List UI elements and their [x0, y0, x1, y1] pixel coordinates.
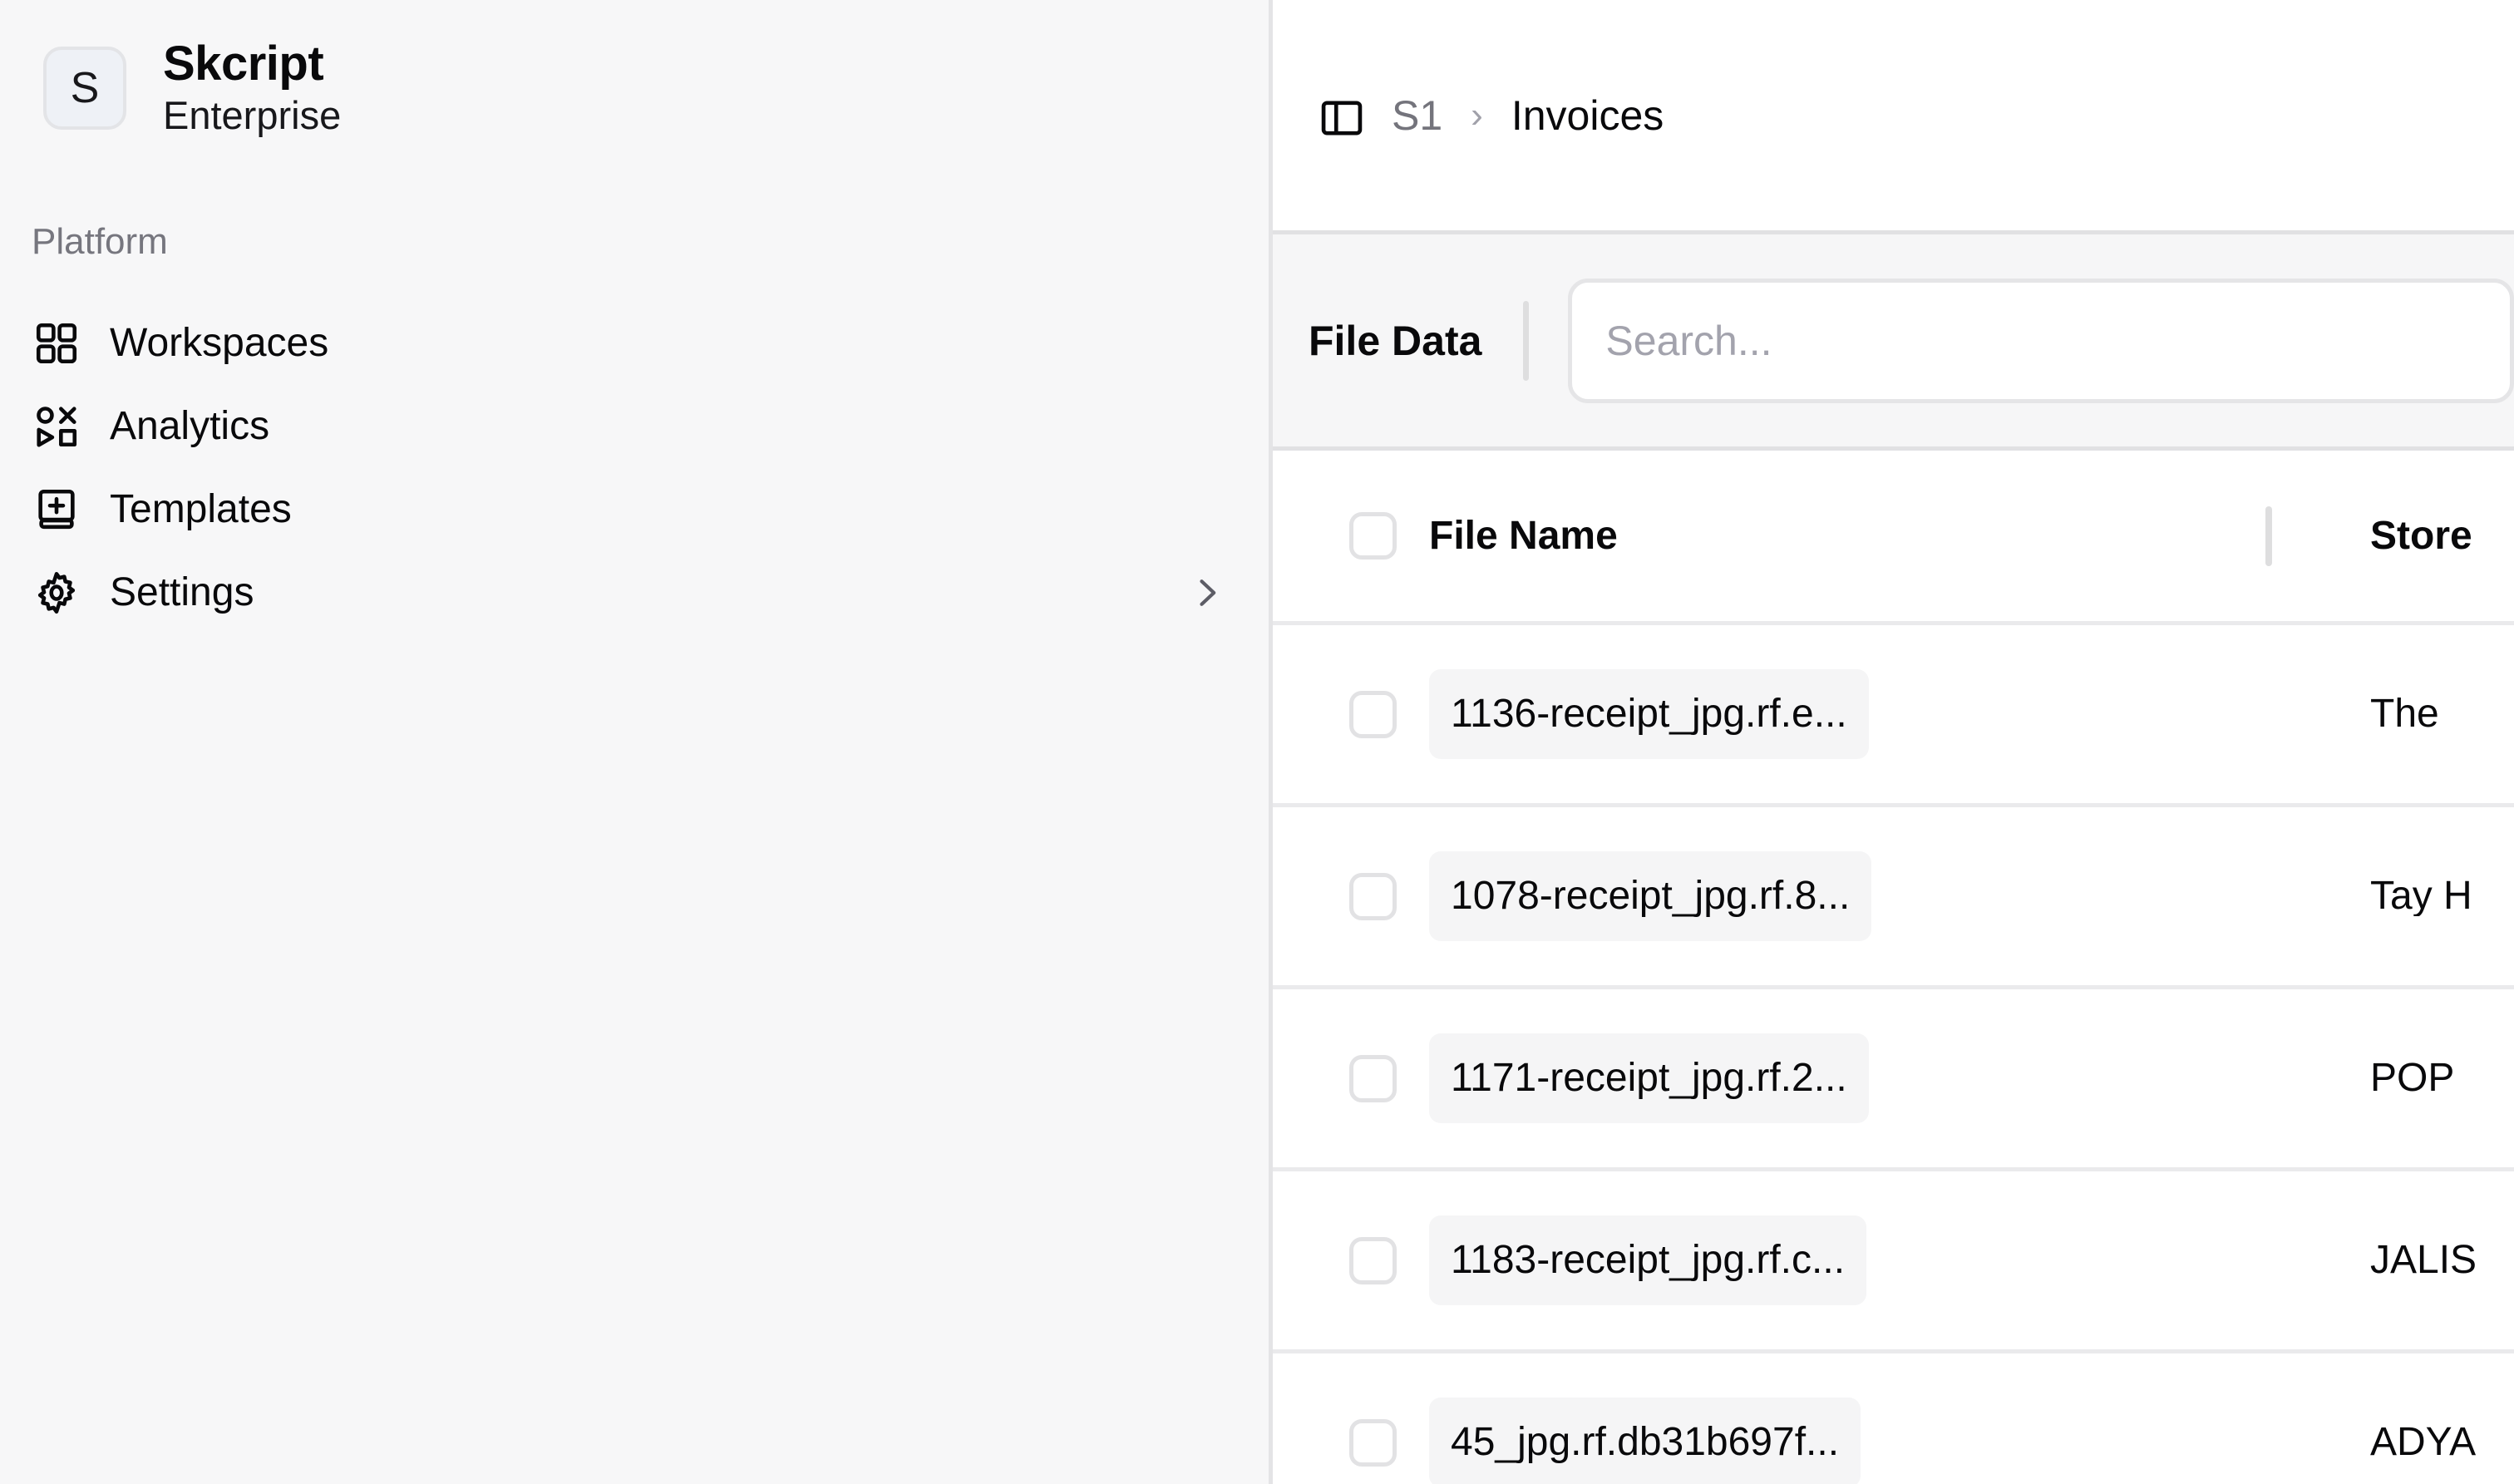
sidebar-item-settings[interactable]: Settings: [0, 551, 1269, 634]
brand-text: Skcript Enterprise: [163, 38, 341, 137]
sidebar-item-label: Templates: [110, 490, 292, 530]
table-row[interactable]: 1183-receipt_jpg.rf.c... JALIS: [1273, 1171, 2514, 1353]
file-name-pill[interactable]: 1136-receipt_jpg.rf.e...: [1429, 669, 1869, 759]
brand-plan: Enterprise: [163, 94, 341, 138]
cell-store: POP: [2327, 1058, 2514, 1098]
store-value: POP: [2370, 1058, 2454, 1098]
cell-store: The: [2327, 694, 2514, 734]
sidebar-item-label: Workspaces: [110, 323, 328, 363]
file-name-pill[interactable]: 1171-receipt_jpg.rf.2...: [1429, 1033, 1869, 1123]
breadcrumb-bar: S1 › Invoices: [1273, 0, 2514, 234]
sidebar-item-label: Analytics: [110, 407, 269, 446]
sidebar-item-templates[interactable]: Templates: [0, 468, 1269, 551]
row-checkbox[interactable]: [1349, 1419, 1397, 1467]
sidebar-item-label: Settings: [110, 573, 254, 613]
cell-file-name[interactable]: 45_jpg.rf.db31b697f...: [1429, 1398, 2327, 1484]
sidebar-item-workspaces[interactable]: Workspaces: [0, 302, 1269, 385]
brand-header[interactable]: S Skcript Enterprise: [0, 0, 1269, 137]
grid-icon: [32, 318, 81, 368]
cell-file-name[interactable]: 1078-receipt_jpg.rf.8...: [1429, 851, 2327, 941]
column-resize-handle[interactable]: [2265, 506, 2272, 566]
column-header-file-name[interactable]: File Name: [1429, 516, 2327, 556]
store-value: JALIS: [2370, 1240, 2477, 1280]
row-checkbox[interactable]: [1349, 873, 1397, 920]
toolbar-divider: [1523, 301, 1529, 381]
search-box[interactable]: [1568, 279, 2514, 403]
row-checkbox[interactable]: [1349, 1055, 1397, 1102]
gear-icon: [32, 568, 81, 618]
store-value: The: [2370, 694, 2439, 734]
table-row[interactable]: 1136-receipt_jpg.rf.e... The: [1273, 625, 2514, 807]
table-toolbar: File Data: [1273, 234, 2514, 451]
row-checkbox[interactable]: [1349, 1237, 1397, 1284]
row-select-cell[interactable]: [1273, 873, 1429, 920]
column-header-label: Store: [2370, 516, 2472, 556]
shapes-icon: [32, 402, 81, 451]
sidebar-nav: Workspaces Analytics: [0, 302, 1269, 634]
select-all-cell[interactable]: [1273, 512, 1429, 560]
breadcrumb-root[interactable]: S1: [1392, 95, 1442, 136]
brand-avatar: S: [43, 47, 126, 130]
store-value: Tay H: [2370, 876, 2472, 916]
row-select-cell[interactable]: [1273, 1055, 1429, 1102]
main-content: S1 › Invoices File Data File Name S: [1273, 0, 2514, 1484]
brand-name: Skcript: [163, 38, 341, 91]
cell-store: Tay H: [2327, 876, 2514, 916]
breadcrumb-current: Invoices: [1511, 95, 1664, 136]
select-all-checkbox[interactable]: [1349, 512, 1397, 560]
toolbar-title: File Data: [1309, 320, 1481, 362]
cell-store: ADYA: [2327, 1422, 2514, 1462]
row-select-cell[interactable]: [1273, 1237, 1429, 1284]
store-value: ADYA: [2370, 1422, 2476, 1462]
app-root: S Skcript Enterprise Platform Workspace: [0, 0, 2514, 1484]
column-header-label: File Name: [1429, 516, 1618, 556]
table-row[interactable]: 45_jpg.rf.db31b697f... ADYA: [1273, 1353, 2514, 1484]
row-select-cell[interactable]: [1273, 1419, 1429, 1467]
sidebar-group-label: Platform: [0, 224, 1269, 260]
cell-file-name[interactable]: 1183-receipt_jpg.rf.c...: [1429, 1215, 2327, 1305]
row-select-cell[interactable]: [1273, 691, 1429, 738]
table-row[interactable]: 1171-receipt_jpg.rf.2... POP: [1273, 989, 2514, 1171]
table-header-row: File Name Store: [1273, 451, 2514, 625]
template-plus-icon: [32, 485, 81, 535]
sidebar-toggle-icon[interactable]: [1317, 93, 1367, 143]
search-input[interactable]: [1605, 317, 2510, 365]
table-row[interactable]: 1078-receipt_jpg.rf.8... Tay H: [1273, 807, 2514, 989]
sidebar-item-analytics[interactable]: Analytics: [0, 385, 1269, 468]
column-header-store[interactable]: Store: [2327, 516, 2514, 556]
chevron-right-icon[interactable]: [1187, 574, 1225, 612]
file-name-pill[interactable]: 45_jpg.rf.db31b697f...: [1429, 1398, 1861, 1484]
file-name-pill[interactable]: 1183-receipt_jpg.rf.c...: [1429, 1215, 1866, 1305]
breadcrumb-separator: ›: [1471, 97, 1483, 134]
file-data-table: File Name Store 1136-receipt_jpg.rf.e...…: [1273, 451, 2514, 1484]
cell-file-name[interactable]: 1171-receipt_jpg.rf.2...: [1429, 1033, 2327, 1123]
file-name-pill[interactable]: 1078-receipt_jpg.rf.8...: [1429, 851, 1871, 941]
cell-store: JALIS: [2327, 1240, 2514, 1280]
cell-file-name[interactable]: 1136-receipt_jpg.rf.e...: [1429, 669, 2327, 759]
row-checkbox[interactable]: [1349, 691, 1397, 738]
brand-avatar-initial: S: [71, 63, 100, 113]
sidebar: S Skcript Enterprise Platform Workspace: [0, 0, 1273, 1484]
